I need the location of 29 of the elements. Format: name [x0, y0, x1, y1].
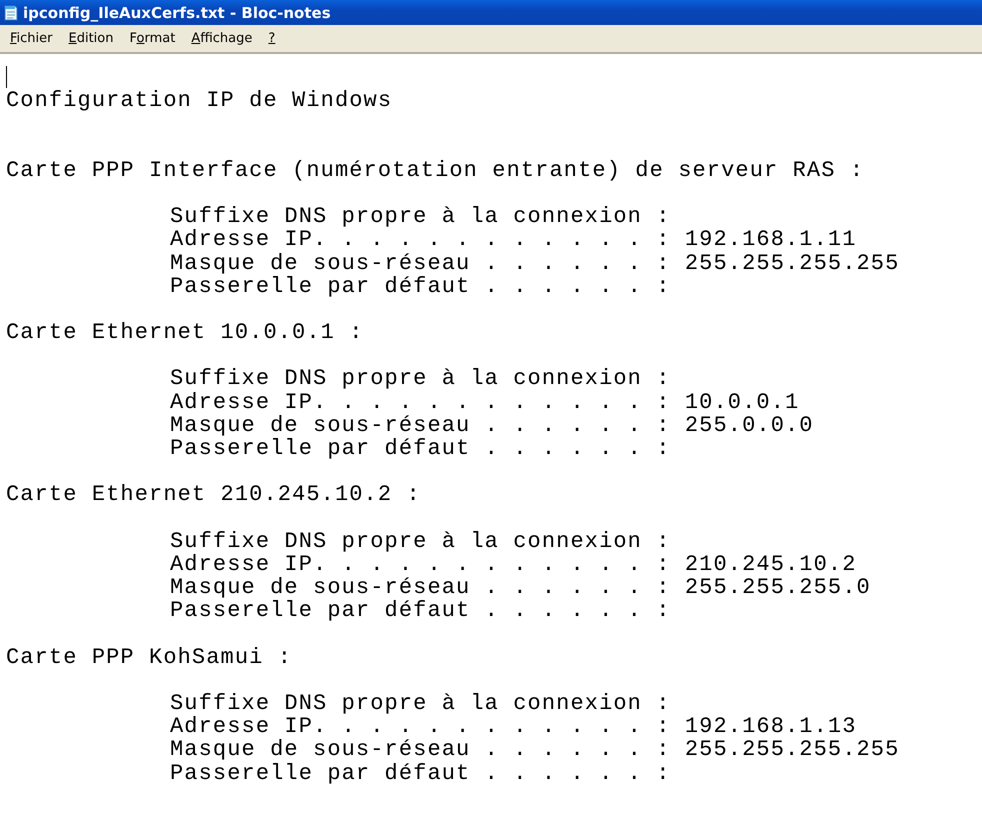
text-line: Suffixe DNS propre à la connexion :	[169, 530, 672, 553]
text-cursor	[6, 66, 7, 88]
text-line: Adresse IP. . . . . . . . . . . . : 192.168.1.11	[169, 228, 858, 252]
text-line: Configuration IP de Windows	[6, 89, 394, 112]
text-line: Masque de sous-réseau . . . . . . : 255.255.255.0	[169, 576, 872, 600]
notepad-icon	[3, 4, 19, 20]
text-line: Adresse IP. . . . . . . . . . . . : 210.245.10.2	[169, 552, 858, 576]
text-line: Passerelle par défaut . . . . . . :	[169, 599, 672, 622]
text-line: Adresse IP. . . . . . . . . . . . : 192.168.1.13	[169, 715, 858, 738]
text-line: Carte PPP Interface (numérotation entrante) de serveur RAS :	[6, 158, 866, 182]
text-line: Passerelle par défaut . . . . . . :	[169, 274, 672, 298]
menu-item[interactable]: Fichier	[2, 29, 60, 48]
text-line: Suffixe DNS propre à la connexion :	[169, 692, 672, 716]
menu-item[interactable]: ?	[260, 29, 284, 48]
text-line: Suffixe DNS propre à la connexion :	[169, 367, 672, 391]
text-line: Masque de sous-réseau . . . . . . : 255.255.255.255	[169, 738, 900, 762]
menu-item[interactable]: Format	[121, 29, 184, 48]
text-line: Masque de sous-réseau . . . . . . : 255.0.0.0	[169, 414, 815, 437]
text-line: Passerelle par défaut . . . . . . :	[169, 762, 672, 785]
menu-item[interactable]: Affichage	[183, 29, 260, 48]
text-line: Carte Ethernet 210.245.10.2 :	[6, 483, 422, 507]
text-line: Adresse IP. . . . . . . . . . . . : 10.0.0.1	[169, 390, 800, 414]
window-title: ipconfig_IleAuxCerfs.txt - Bloc-notes	[23, 4, 331, 22]
text-line: Carte Ethernet 10.0.0.1 :	[6, 321, 365, 344]
text-line: Carte PPP KohSamui :	[6, 646, 294, 669]
text-line: Suffixe DNS propre à la connexion :	[169, 205, 672, 228]
menu-item[interactable]: Edition	[60, 29, 122, 48]
text-line: Passerelle par défaut . . . . . . :	[169, 437, 672, 460]
text-line: Masque de sous-réseau . . . . . . : 255.255.255.255	[169, 252, 900, 275]
